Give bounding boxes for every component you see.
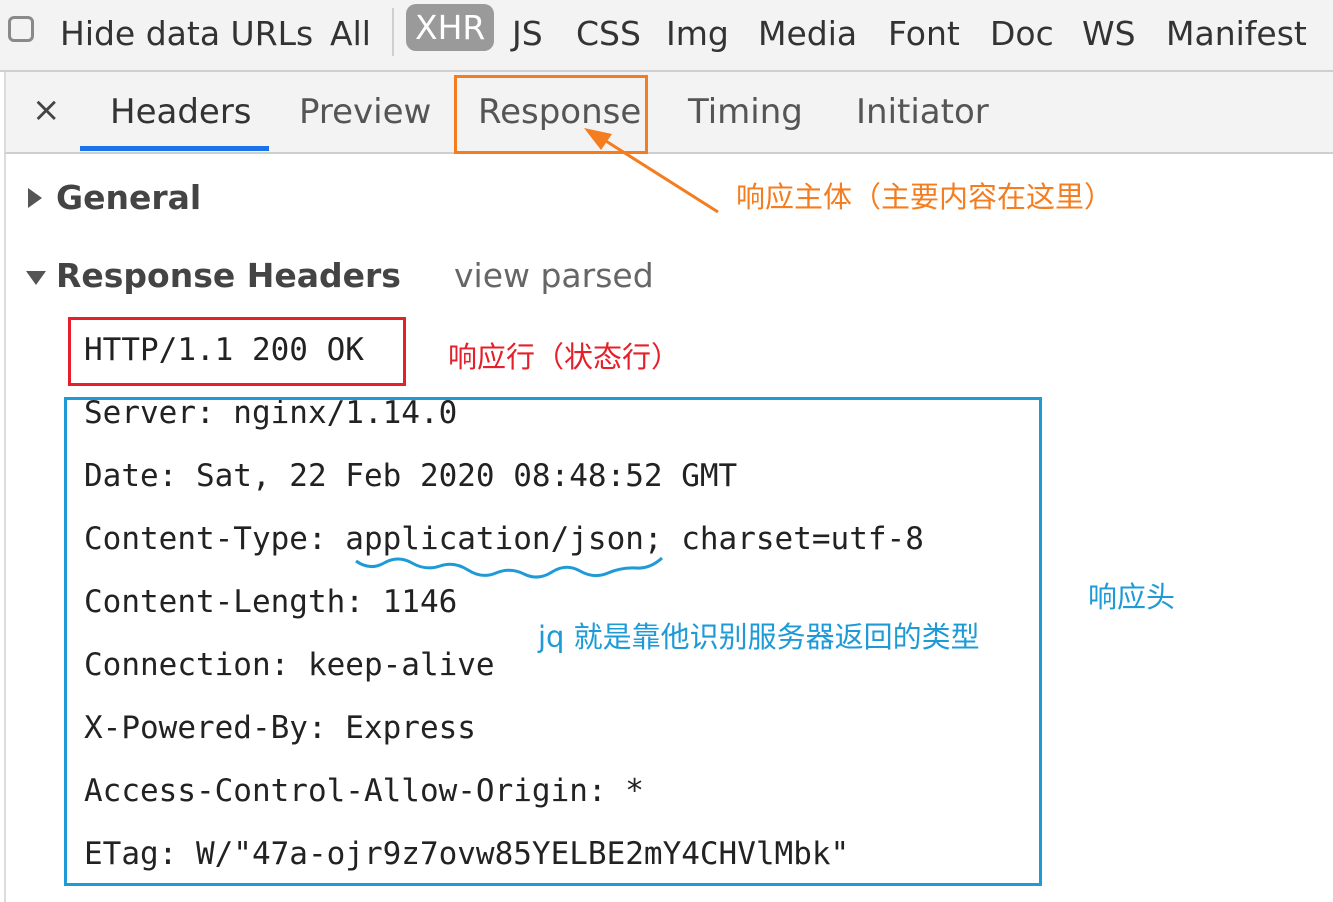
headers-annotation: 响应头: [1088, 580, 1176, 614]
content-type-annotation: jq 就是靠他识别服务器返回的类型: [538, 620, 980, 654]
orange-arrowhead: [584, 128, 612, 150]
status-line-highlight-box: [68, 317, 406, 386]
response-body-annotation: 响应主体（主要内容在这里）: [736, 180, 1114, 214]
status-line-annotation: 响应行（状态行）: [448, 340, 681, 374]
orange-arrow-line: [597, 134, 719, 214]
